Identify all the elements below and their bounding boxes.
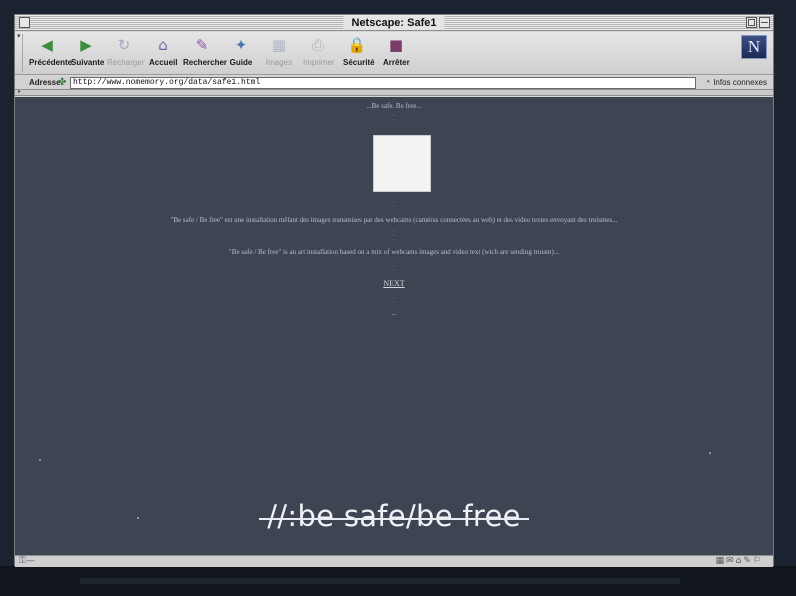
personal-toolbar-grip[interactable]: ▸ <box>18 88 21 95</box>
netscape-logo[interactable]: N <box>741 35 767 59</box>
guide-button-label: Guide <box>229 58 253 67</box>
back-arrow-icon: ◀ <box>41 36 53 54</box>
window-title: Netscape: Safe1 <box>343 16 445 30</box>
security-status-icon[interactable]: ⚿— <box>19 556 35 567</box>
back-button-label: Précédente <box>29 58 73 67</box>
zoom-box[interactable] <box>746 17 757 28</box>
next-link[interactable]: NEXT <box>15 279 773 288</box>
forward-button-label: Suivante <box>71 58 105 67</box>
component-tray-icons[interactable]: ▦✉⌂✎⚐ <box>716 556 763 567</box>
webcam-image[interactable] <box>373 135 431 192</box>
reload-icon: ↻ <box>117 36 131 54</box>
dot-column: .... <box>393 259 395 277</box>
location-bar: Adresse ✤ http://www.nomemory.org/data/s… <box>15 76 773 90</box>
page-proxy-icon[interactable]: ✤ <box>58 77 66 89</box>
stop-button[interactable]: ■ Arrêter <box>383 35 410 71</box>
home-icon: ⌂ <box>158 36 168 54</box>
security-button-label: Sécurité <box>343 58 375 67</box>
dot-column: .... <box>393 290 395 308</box>
stop-icon: ■ <box>388 36 404 54</box>
guide-icon: ✦ <box>234 36 248 54</box>
bezel-strip <box>80 578 680 584</box>
overlay-title: //:be safe/be free <box>267 499 521 533</box>
forward-arrow-icon: ▶ <box>80 36 92 54</box>
print-button-label: Imprimer <box>303 58 335 67</box>
dot-column: .... <box>393 194 395 212</box>
speck <box>39 459 41 461</box>
images-button[interactable]: ▦ Images <box>265 35 293 71</box>
related-links-button[interactable]: ◔ Infos connexes <box>704 77 767 89</box>
home-button-label: Accueil <box>149 58 178 67</box>
related-links-icon: ◔ <box>704 77 714 88</box>
browser-window: Netscape: Safe1 ◀ Précédente ▶ Suivante … <box>14 14 774 567</box>
security-lock-icon: 🔒 <box>347 36 367 54</box>
french-description: "Be safe / Be free" est une installation… <box>170 216 618 224</box>
navigation-toolbar: ◀ Précédente ▶ Suivante ↻ Recharger ⌂ Ac… <box>15 32 773 75</box>
collapse-box[interactable] <box>759 17 770 28</box>
stop-button-label: Arrêter <box>383 58 410 67</box>
back-button[interactable]: ◀ Précédente <box>29 35 73 71</box>
strike-line <box>259 518 529 520</box>
close-box[interactable] <box>19 17 30 28</box>
status-bar: ⚿— ▦✉⌂✎⚐ <box>15 555 773 567</box>
english-description: "Be safe / Be free" is an art installati… <box>228 248 560 256</box>
search-icon: ✎ <box>195 36 209 54</box>
header-text: ...Be safe. Be free... <box>366 102 422 110</box>
images-icon: ▦ <box>271 36 287 54</box>
url-field[interactable]: http://www.nomemory.org/data/safe1.html <box>70 77 696 89</box>
page-content: ...Be safe. Be free... ... .... "Be safe… <box>15 97 773 555</box>
speck <box>709 452 711 454</box>
print-icon: ⎙ <box>311 36 324 54</box>
search-button[interactable]: ✎ Rechercher <box>183 35 228 71</box>
dot-column: ... <box>393 112 395 126</box>
monitor-bezel <box>0 566 796 596</box>
toolbar-grip[interactable] <box>17 32 23 72</box>
tail-mark: ... <box>391 309 397 317</box>
related-links-label: Infos connexes <box>713 78 767 87</box>
search-button-label: Rechercher <box>183 58 228 67</box>
forward-button[interactable]: ▶ Suivante <box>71 35 105 71</box>
address-label: Adresse <box>29 78 61 87</box>
personal-toolbar: ▸ <box>15 88 773 96</box>
print-button[interactable]: ⎙ Imprimer <box>303 35 335 71</box>
title-bar[interactable]: Netscape: Safe1 <box>15 15 773 31</box>
guide-button[interactable]: ✦ Guide <box>229 35 253 71</box>
home-button[interactable]: ⌂ Accueil <box>149 35 177 71</box>
security-button[interactable]: 🔒 Sécurité <box>343 35 375 71</box>
dot-column: .... <box>393 228 395 246</box>
images-button-label: Images <box>265 58 293 67</box>
reload-button-label: Recharger <box>107 58 145 67</box>
reload-button[interactable]: ↻ Recharger <box>107 35 145 71</box>
